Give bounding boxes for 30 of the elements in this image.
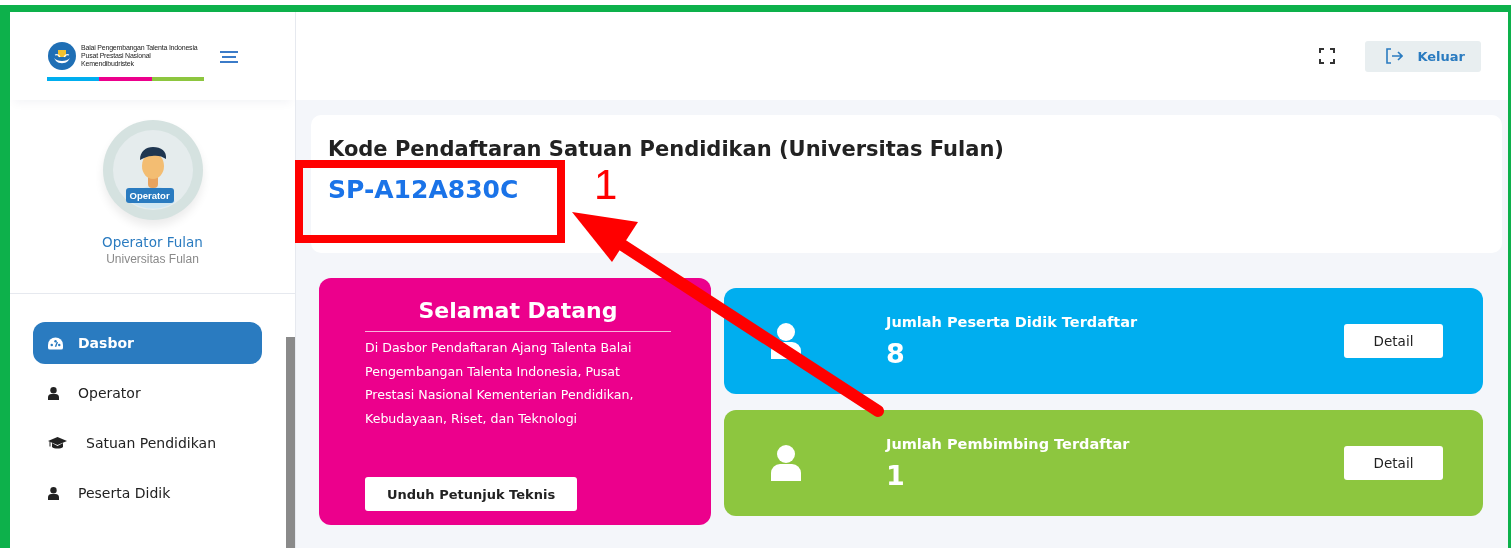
detail-button[interactable]: Detail — [1344, 446, 1443, 480]
dashboard-icon — [48, 336, 63, 350]
welcome-text: Di Dasbor Pendaftaran Ajang Talenta Balai Pengembangan Talenta Indonesia, Pusat Prestasi Nasional Kementerian Pendidikan, Kebudayaan, Riset, dan Teknologi — [365, 339, 635, 428]
nav-item[interactable]: Operator — [33, 372, 262, 414]
user-institution: Universitas Fulan — [106, 252, 199, 266]
graduation-cap-icon — [48, 436, 67, 450]
user-icon — [771, 323, 801, 359]
emblem-logo-icon — [47, 41, 77, 71]
download-guide-button[interactable]: Unduh Petunjuk Teknis — [365, 477, 578, 511]
role-badge: Operator — [125, 188, 174, 203]
stat-value: 1 — [886, 459, 906, 491]
user-icon — [771, 445, 801, 481]
card-title: Kode Pendaftaran Satuan Pendidikan (Universitas Fulan) — [328, 137, 1005, 161]
annotation-number: 1 — [594, 164, 618, 206]
welcome-title: Selamat Datang — [365, 298, 671, 332]
nav-item[interactable]: Dasbor — [33, 322, 262, 364]
logout-button[interactable]: Keluar — [1365, 40, 1481, 72]
nav-item[interactable]: Peserta Didik — [33, 472, 262, 514]
logout-icon — [1385, 48, 1404, 64]
user-icon — [48, 486, 59, 500]
user-name: Operator Fulan — [102, 234, 203, 250]
nav-item[interactable]: Satuan Pendidikan — [33, 422, 262, 464]
fullscreen-icon[interactable] — [1319, 48, 1336, 64]
detail-button[interactable]: Detail — [1344, 324, 1443, 358]
menu-icon[interactable] — [220, 51, 238, 63]
stat-label: Jumlah Peserta Didik Terdaftar — [886, 313, 1139, 330]
registration-code: SP-A12A830C — [328, 175, 519, 204]
stat-value: 8 — [886, 337, 906, 369]
user-icon — [48, 386, 59, 400]
stat-label: Jumlah Pembimbing Terdaftar — [886, 435, 1131, 452]
